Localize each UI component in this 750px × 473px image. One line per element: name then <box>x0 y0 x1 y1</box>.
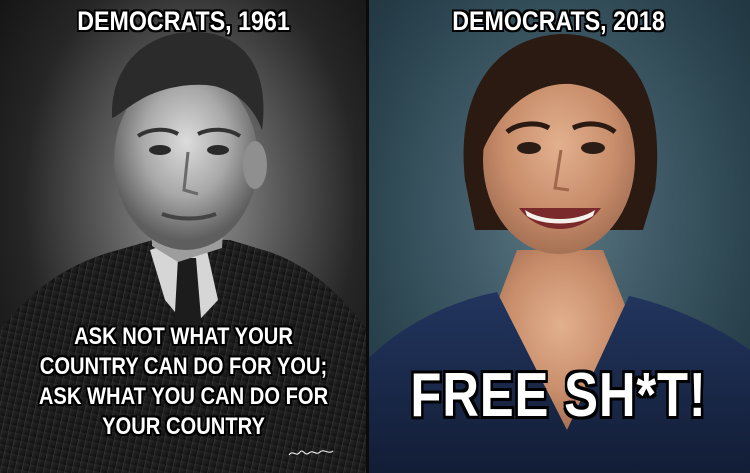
signature-mark <box>288 450 334 456</box>
panel-title-1961: DEMOCRATS, 1961 <box>77 6 290 36</box>
quote-line-3: ASK WHAT YOU CAN DO FOR <box>38 383 329 410</box>
right-panel: DEMOCRATS, 2018 FREE SH*T! <box>367 0 750 473</box>
quote-line-1: ASK NOT WHAT YOUR <box>74 323 293 350</box>
meme-image: DEMOCRATS, 1961 ASK NOT WHAT YOUR COUNTR… <box>0 0 750 473</box>
quote-line-2: COUNTRY CAN DO FOR YOU; <box>39 353 328 380</box>
quote-line-4: YOUR COUNTRY <box>102 413 265 440</box>
left-panel: DEMOCRATS, 1961 ASK NOT WHAT YOUR COUNTR… <box>0 0 367 473</box>
free-caption: FREE SH*T! <box>410 361 707 430</box>
panel-title-2018: DEMOCRATS, 2018 <box>452 6 665 36</box>
kennedy-quote: ASK NOT WHAT YOUR COUNTRY CAN DO FOR YOU… <box>29 322 337 442</box>
panel-divider <box>366 0 369 473</box>
